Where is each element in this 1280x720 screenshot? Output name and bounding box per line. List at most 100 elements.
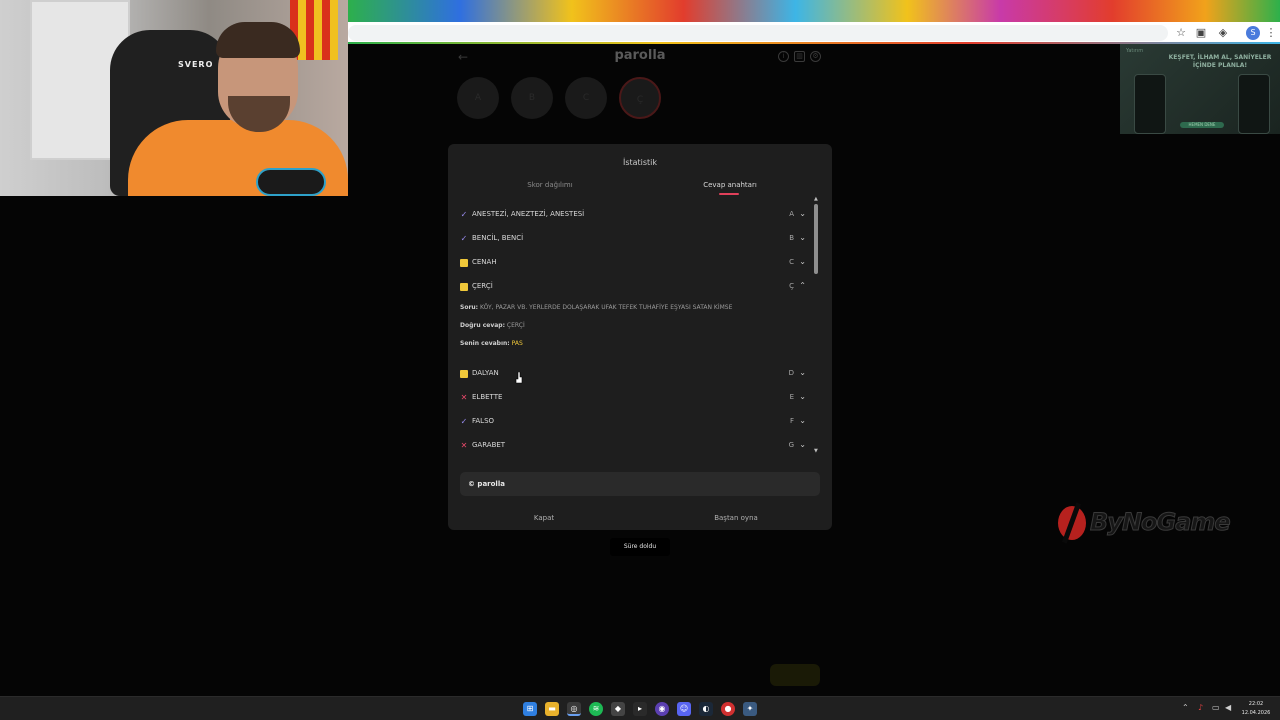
answer-row[interactable]: ✓ ANESTEZİ, ANEZTEZİ, ANESTESİ A ⌄ bbox=[460, 207, 806, 223]
chevron-down-icon[interactable]: ⌄ bbox=[799, 209, 806, 219]
chevron-up-icon[interactable]: ⌃ bbox=[799, 281, 806, 291]
network-icon[interactable]: ▭ bbox=[1212, 703, 1220, 712]
app-icon[interactable]: ▸ bbox=[633, 702, 647, 716]
pass-icon bbox=[460, 283, 468, 291]
chevron-down-icon[interactable]: ⌄ bbox=[799, 416, 806, 426]
scrollbar-thumb[interactable] bbox=[814, 204, 818, 274]
correct-answer: ÇERÇİ bbox=[506, 322, 525, 329]
answer-row[interactable]: DALYAN D ⌄ bbox=[460, 366, 806, 382]
pass-icon bbox=[460, 259, 468, 267]
answer-row-expanded[interactable]: ÇERÇİ Ç ⌃ bbox=[460, 279, 806, 295]
channel-watermark: ByNoGame bbox=[1056, 502, 1256, 544]
puzzle-icon[interactable]: ◈ bbox=[1216, 26, 1230, 40]
answer-letter: C bbox=[789, 258, 794, 266]
answer-word: BENCİL, BENCİ bbox=[472, 234, 524, 242]
game-title: parolla bbox=[614, 48, 666, 63]
answer-word: DALYAN bbox=[472, 369, 499, 377]
statistics-modal: İstatistik Skor dağılımı Cevap anahtarı … bbox=[448, 144, 832, 530]
spotify-icon[interactable]: ≋ bbox=[589, 702, 603, 716]
discord-icon[interactable]: ☺ bbox=[677, 702, 691, 716]
answer-row[interactable]: ✕ GARABET G ⌄ bbox=[460, 438, 806, 454]
info-icon[interactable]: i bbox=[778, 51, 789, 62]
letter-circle: A bbox=[457, 77, 499, 119]
your-answer-detail: Senin cevabın: PAS bbox=[460, 340, 523, 347]
tray-chevron-icon[interactable]: ⌃ bbox=[1182, 703, 1189, 712]
answer-word: ANESTEZİ, ANEZTEZİ, ANESTESİ bbox=[472, 210, 585, 218]
stats-icon[interactable]: ▥ bbox=[794, 51, 805, 62]
taskbar: ⊞ ▬ ◎ ≋ ◆ ▸ ◉ ☺ ◐ ● ✦ ⌃ ♪ ▭ ◀ 22:02 12.0… bbox=[0, 696, 1280, 720]
answer-row[interactable]: ✓ FALSO F ⌄ bbox=[460, 414, 806, 430]
chair-logo: SVERO bbox=[178, 60, 214, 69]
webcam-overlay: SVERO bbox=[0, 0, 348, 196]
question-text: KÖY, PAZAR VB. YERLERDE DOLAŞARAK UFAK T… bbox=[480, 304, 733, 311]
restart-button[interactable]: Baştan oyna bbox=[640, 514, 832, 522]
chevron-down-icon[interactable]: ⌄ bbox=[799, 257, 806, 267]
letter-circle: B bbox=[511, 77, 553, 119]
star-icon[interactable]: ☆ bbox=[1174, 26, 1188, 40]
answer-word: ÇERÇİ bbox=[472, 282, 493, 290]
scroll-down-arrow-icon[interactable]: ▼ bbox=[814, 448, 818, 454]
chevron-down-icon[interactable]: ⌄ bbox=[799, 233, 806, 243]
app-icon[interactable]: ◉ bbox=[655, 702, 669, 716]
modal-title: İstatistik bbox=[622, 158, 658, 167]
browser-toolbar: ☆ ▣ ◈ S ⋮ bbox=[348, 22, 1280, 44]
time-up-toast: Süre doldu bbox=[610, 538, 670, 556]
cross-icon: ✕ bbox=[460, 441, 468, 450]
answer-word: FALSO bbox=[472, 417, 495, 425]
answer-letter: G bbox=[788, 441, 794, 449]
correct-answer-detail: Doğru cevap: ÇERÇİ bbox=[460, 322, 525, 329]
tab-answer-key[interactable]: Cevap anahtarı bbox=[634, 181, 826, 189]
close-button[interactable]: Kapat bbox=[448, 514, 640, 522]
chevron-down-icon[interactable]: ⌄ bbox=[799, 440, 806, 450]
steam-icon[interactable]: ◐ bbox=[699, 702, 713, 716]
app-icon[interactable]: ◆ bbox=[611, 702, 625, 716]
browser-theme-banner bbox=[348, 0, 1280, 22]
tab-score-distribution[interactable]: Skor dağılımı bbox=[454, 181, 646, 189]
ad-phone-image bbox=[1134, 74, 1166, 134]
ad-phone-image bbox=[1238, 74, 1270, 134]
chevron-down-icon[interactable]: ⌄ bbox=[799, 368, 806, 378]
answer-row[interactable]: CENAH C ⌄ bbox=[460, 255, 806, 271]
ad-brand: Yatırım bbox=[1126, 48, 1144, 54]
hand-cursor-icon bbox=[515, 372, 523, 384]
volume-icon[interactable]: ◀ bbox=[1225, 703, 1231, 712]
ad-banner[interactable]: Yatırım KEŞFET, İLHAM AL, SANİYELER İÇİN… bbox=[1120, 44, 1280, 134]
file-explorer-icon[interactable]: ▬ bbox=[545, 702, 559, 716]
your-answer-label: Senin cevabın: bbox=[460, 340, 510, 347]
system-clock[interactable]: 22:02 12.04.2026 bbox=[1236, 700, 1276, 718]
start-menu-icon[interactable]: ⊞ bbox=[523, 702, 537, 716]
ad-cta-button[interactable]: HEMEN DENE bbox=[1180, 122, 1224, 128]
ad-headline: KEŞFET, İLHAM AL, SANİYELER İÇİNDE PLANL… bbox=[1168, 54, 1272, 69]
app-icon[interactable]: ● bbox=[721, 702, 735, 716]
answer-letter: Ç bbox=[789, 282, 794, 290]
profile-avatar[interactable]: S bbox=[1246, 26, 1260, 40]
question-label: Soru: bbox=[460, 304, 479, 311]
address-bar[interactable] bbox=[348, 25, 1168, 41]
answer-letter: F bbox=[789, 417, 794, 425]
microphone-icon[interactable]: ♪ bbox=[1198, 703, 1203, 712]
your-answer: PAS bbox=[511, 340, 523, 347]
share-box: © parolla bbox=[460, 472, 820, 496]
settings-icon[interactable]: ⚙ bbox=[810, 51, 821, 62]
extension-icon[interactable]: ▣ bbox=[1194, 26, 1208, 40]
answer-row[interactable]: ✕ ELBETTE E ⌄ bbox=[460, 390, 806, 406]
submit-button[interactable] bbox=[770, 664, 820, 686]
answer-word: GARABET bbox=[472, 441, 506, 449]
check-icon: ✓ bbox=[460, 417, 468, 426]
correct-label: Doğru cevap: bbox=[460, 322, 505, 329]
menu-icon[interactable]: ⋮ bbox=[1264, 26, 1278, 40]
scroll-up-arrow-icon[interactable]: ▲ bbox=[814, 196, 818, 202]
check-icon: ✓ bbox=[460, 234, 468, 243]
chevron-down-icon[interactable]: ⌄ bbox=[799, 392, 806, 402]
answer-input[interactable] bbox=[458, 664, 758, 686]
answer-letter: D bbox=[788, 369, 794, 377]
clock-time: 22:02 bbox=[1248, 701, 1264, 707]
chrome-icon[interactable]: ◎ bbox=[567, 702, 581, 716]
answer-list[interactable]: ✓ ANESTEZİ, ANEZTEZİ, ANESTESİ A ⌄ ✓ BEN… bbox=[448, 202, 832, 458]
app-icon[interactable]: ✦ bbox=[743, 702, 757, 716]
browser-header: ☆ ▣ ◈ S ⋮ bbox=[348, 0, 1280, 44]
letter-circle-active: Ç bbox=[619, 77, 661, 119]
answer-row[interactable]: ✓ BENCİL, BENCİ B ⌄ bbox=[460, 231, 806, 247]
check-icon: ✓ bbox=[460, 210, 468, 219]
answer-word: CENAH bbox=[472, 258, 497, 266]
